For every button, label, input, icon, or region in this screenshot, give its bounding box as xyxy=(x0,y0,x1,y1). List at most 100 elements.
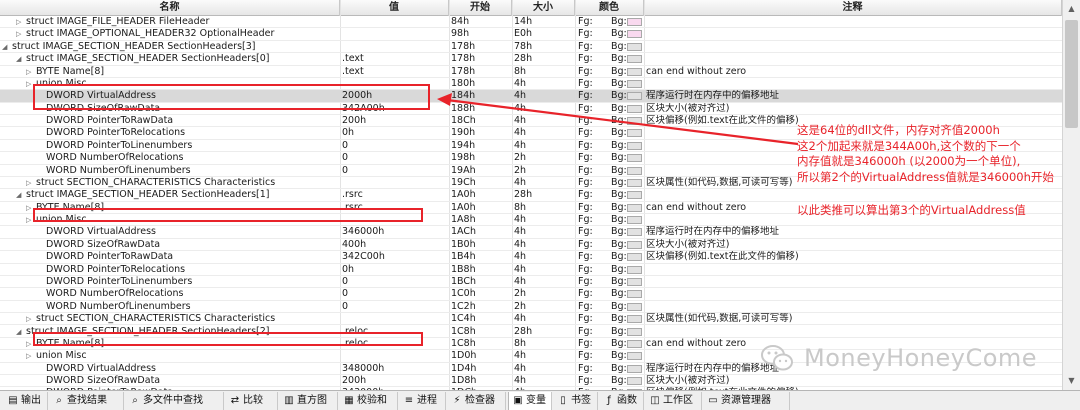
bg-color-swatch[interactable] xyxy=(627,327,642,336)
collapse-arrow-icon[interactable]: ◢ xyxy=(16,189,21,201)
expand-arrow-icon[interactable]: ▷ xyxy=(26,202,31,214)
collapse-arrow-icon[interactable]: ◢ xyxy=(16,326,21,338)
table-row[interactable]: ▷ struct SECTION_CHARACTERISTICS Characte… xyxy=(0,313,1062,326)
scroll-up-icon[interactable]: ▲ xyxy=(1063,0,1080,17)
table-row[interactable]: ▷ BYTE Name[8] .text 178h 8h Fg: Bg: can end wi… xyxy=(0,66,1062,78)
row-size: E0h xyxy=(514,28,533,40)
bg-color-swatch[interactable] xyxy=(627,178,642,187)
table-row[interactable]: DWORD PointerToRelocations 0h 1B8h 4h Fg: Bg: xyxy=(0,264,1062,276)
expand-arrow-icon[interactable]: ▷ xyxy=(16,16,21,28)
tab-checksum[interactable]: ▦ 校验和 xyxy=(340,392,398,410)
row-size: 78h xyxy=(514,40,533,52)
table-row[interactable]: DWORD SizeOfRawData 400h 1B0h 4h Fg: Bg: 区块大小(… xyxy=(0,239,1062,252)
expand-arrow-icon[interactable]: ▷ xyxy=(16,28,21,40)
vertical-scrollbar[interactable]: ▲ ▼ xyxy=(1062,0,1080,390)
table-row[interactable]: DWORD VirtualAddress 346000h 1ACh 4h Fg: Bg: 程… xyxy=(0,226,1062,239)
tab-workspace[interactable]: ◫ 工作区 xyxy=(646,392,702,410)
tab-inspector[interactable]: ⚡ 检查器 xyxy=(448,392,506,410)
bg-color-swatch[interactable] xyxy=(627,265,642,274)
expand-arrow-icon[interactable]: ▷ xyxy=(26,214,31,226)
table-row[interactable]: DWORD SizeOfRawData 200h 1D8h 4h Fg: Bg: 区块大小(… xyxy=(0,375,1062,388)
table-row[interactable]: ▷ struct IMAGE_FILE_HEADER FileHeader 84h 1… xyxy=(0,16,1062,29)
expand-arrow-icon[interactable]: ▷ xyxy=(26,78,31,90)
table-row[interactable]: ◢ struct IMAGE_SECTION_HEADER SectionHead… xyxy=(0,189,1062,202)
tab-output[interactable]: ▤ 输出 xyxy=(4,392,48,410)
tab-bookmark[interactable]: ▯ 书签 xyxy=(554,392,598,410)
column-header-note[interactable]: 注释 xyxy=(644,0,1062,16)
bg-color-swatch[interactable] xyxy=(627,166,642,175)
bg-color-swatch[interactable] xyxy=(627,154,642,163)
column-header-size[interactable]: 大小 xyxy=(512,0,575,16)
bg-color-swatch[interactable] xyxy=(627,141,642,150)
column-header-color[interactable]: 颜色 xyxy=(575,0,644,16)
table-row[interactable]: DWORD SizeOfRawData 342A00h 188h 4h Fg: Bg: 区块… xyxy=(0,102,1062,116)
tab-explorer[interactable]: ▭ 资源管理器 xyxy=(704,392,790,410)
table-row[interactable]: ◢ struct IMAGE_SECTION_HEADER SectionHead… xyxy=(0,40,1062,54)
bg-color-swatch[interactable] xyxy=(627,67,642,76)
bg-color-swatch[interactable] xyxy=(627,277,642,286)
tab-search[interactable]: ⌕ 查找结果 xyxy=(50,392,124,410)
bg-color-swatch[interactable] xyxy=(627,117,642,126)
tab-multi-file-search[interactable]: ⌕ 多文件中查找 xyxy=(126,392,224,410)
tab-compare[interactable]: ⇄ 比较 xyxy=(226,392,278,410)
collapse-arrow-icon[interactable]: ◢ xyxy=(16,53,21,65)
row-value: 342C00h xyxy=(342,251,385,263)
bg-color-swatch[interactable] xyxy=(627,203,642,212)
table-row[interactable]: ▷ struct IMAGE_OPTIONAL_HEADER32 Optional… xyxy=(0,28,1062,41)
bg-color-swatch[interactable] xyxy=(627,104,642,113)
bg-color-swatch[interactable] xyxy=(627,55,642,64)
row-value xyxy=(342,177,446,189)
table-row[interactable]: ◢ struct IMAGE_SECTION_HEADER SectionHead… xyxy=(0,326,1062,338)
bg-color-swatch[interactable] xyxy=(627,315,642,324)
row-fg-label: Fg: xyxy=(578,164,593,176)
bg-color-swatch[interactable] xyxy=(627,290,642,299)
bg-color-swatch[interactable] xyxy=(627,191,642,200)
row-name: struct SECTION_CHARACTERISTICS Character… xyxy=(36,176,276,188)
column-header-value[interactable]: 值 xyxy=(340,0,449,16)
column-header-start[interactable]: 开始 xyxy=(449,0,512,16)
tab-function[interactable]: ƒ 函数 xyxy=(600,392,644,410)
bg-color-swatch[interactable] xyxy=(627,42,642,51)
row-size: 14h xyxy=(514,16,533,27)
bg-color-swatch[interactable] xyxy=(627,364,642,373)
table-row[interactable]: ▷ union Misc 180h 4h Fg: Bg: xyxy=(0,78,1062,91)
row-size: 4h xyxy=(514,102,527,114)
bg-color-swatch[interactable] xyxy=(627,216,642,225)
table-row[interactable]: WORD NumberOfRelocations 0 1C0h 2h Fg: Bg: xyxy=(0,288,1062,301)
table-row[interactable]: DWORD VirtualAddress 2000h 184h 4h Fg: Bg: 程序运… xyxy=(0,90,1062,103)
table-row[interactable]: DWORD PointerToLinenumbers 0 1BCh 4h Fg: Bg: xyxy=(0,276,1062,289)
table-row[interactable]: DWORD PointerToRawData 342C00h 1B4h 4h Fg: Bg… xyxy=(0,251,1062,264)
table-row[interactable]: ◢ struct IMAGE_SECTION_HEADER SectionHead… xyxy=(0,53,1062,66)
row-name: DWORD VirtualAddress xyxy=(46,226,156,238)
table-row[interactable]: WORD NumberOfLinenumbers 0 1C2h 2h Fg: Bg: xyxy=(0,300,1062,314)
tab-process[interactable]: ≡ 进程 xyxy=(400,392,446,410)
bg-color-swatch[interactable] xyxy=(627,228,642,237)
bg-color-swatch[interactable] xyxy=(627,92,642,101)
bg-color-swatch[interactable] xyxy=(627,377,642,386)
expand-arrow-icon[interactable]: ▷ xyxy=(26,66,31,78)
bg-color-swatch[interactable] xyxy=(627,240,642,249)
tab-histogram[interactable]: ▥ 直方图 xyxy=(280,392,338,410)
bg-color-swatch[interactable] xyxy=(627,30,642,39)
collapse-arrow-icon[interactable]: ◢ xyxy=(2,41,7,53)
bg-color-swatch[interactable] xyxy=(627,302,642,311)
bg-color-swatch[interactable] xyxy=(627,18,642,26)
bg-color-swatch[interactable] xyxy=(627,79,642,88)
row-fg-label: Fg: xyxy=(578,288,593,300)
column-header-name[interactable]: 名称 xyxy=(0,0,340,16)
row-fg-label: Fg: xyxy=(578,40,593,52)
bg-color-swatch[interactable] xyxy=(627,339,642,348)
tab-variables[interactable]: ▣ 变量 xyxy=(508,392,552,410)
bg-color-swatch[interactable] xyxy=(627,129,642,138)
expand-arrow-icon[interactable]: ▷ xyxy=(26,177,31,189)
scroll-thumb[interactable] xyxy=(1065,20,1078,128)
bg-color-swatch[interactable] xyxy=(627,352,642,361)
scroll-down-icon[interactable]: ▼ xyxy=(1063,372,1080,389)
row-start: 178h xyxy=(451,65,476,77)
expand-arrow-icon[interactable]: ▷ xyxy=(26,313,31,325)
bg-color-swatch[interactable] xyxy=(627,253,642,262)
row-name: DWORD PointerToRelocations xyxy=(46,263,186,275)
expand-arrow-icon[interactable]: ▷ xyxy=(26,350,31,362)
row-start: 1C2h xyxy=(451,300,476,312)
expand-arrow-icon[interactable]: ▷ xyxy=(26,338,31,350)
